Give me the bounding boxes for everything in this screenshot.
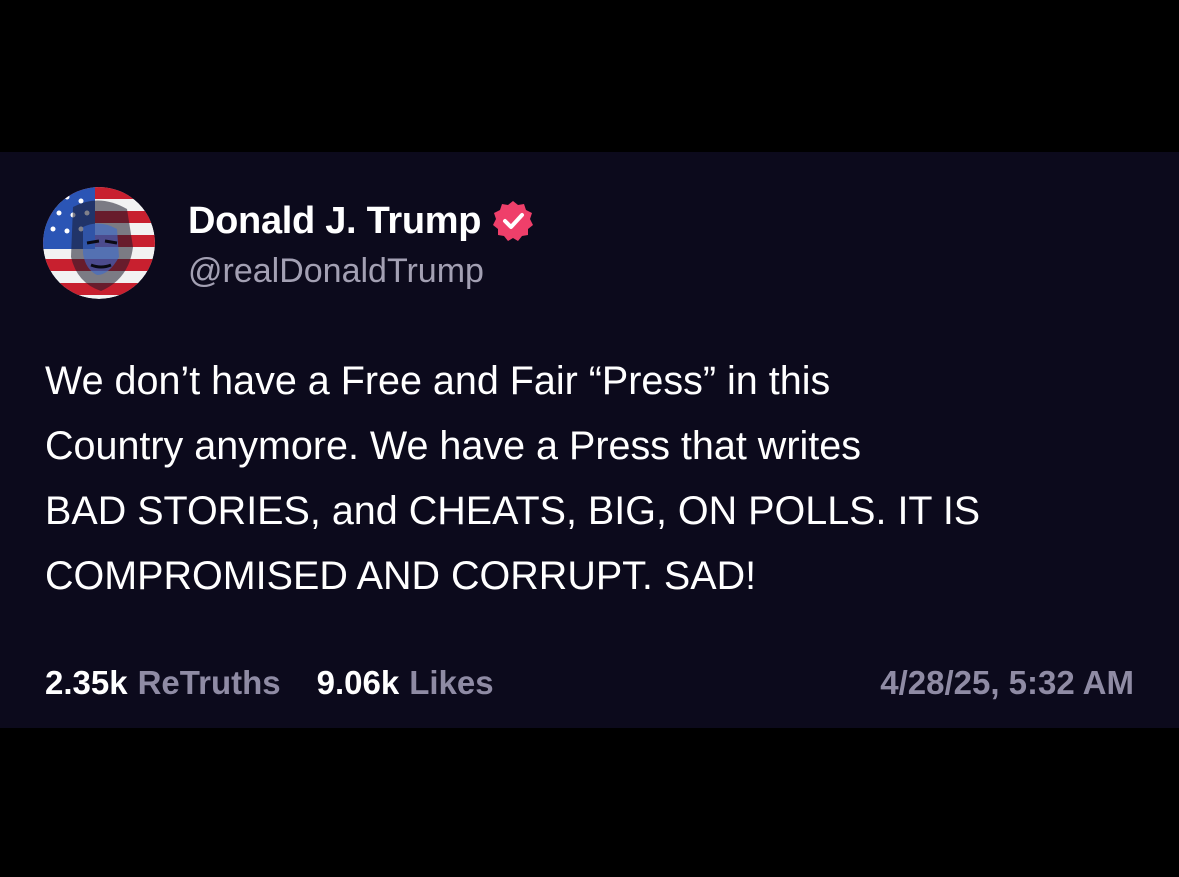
post-body-line: Country anymore. We have a Press that wr… xyxy=(45,424,861,468)
post-body-line: COMPROMISED AND CORRUPT. SAD! xyxy=(45,554,757,598)
retruths-count: 2.35k xyxy=(45,664,128,701)
post-body: We don’t have a Free and Fair “Press” in… xyxy=(45,349,1155,609)
author-handle[interactable]: @realDonaldTrump xyxy=(188,252,535,291)
post-card: Donald J. Trump @realDonaldTrump We don’… xyxy=(0,152,1179,728)
post-body-line: BAD STORIES, and CHEATS, BIG, ON POLLS. … xyxy=(45,489,981,533)
retruths-label: ReTruths xyxy=(137,664,281,701)
verified-badge-icon xyxy=(493,201,534,241)
likes-label: Likes xyxy=(409,664,494,701)
author-info: Donald J. Trump @realDonaldTrump xyxy=(188,198,535,291)
post-timestamp[interactable]: 4/28/25, 5:32 AM xyxy=(880,664,1134,702)
author-display-name[interactable]: Donald J. Trump xyxy=(188,200,482,243)
post-body-line: We don’t have a Free and Fair “Press” in… xyxy=(45,359,831,403)
likes-stat[interactable]: 9.06k Likes xyxy=(317,664,494,702)
name-row: Donald J. Trump xyxy=(188,198,535,244)
flag-portrait-avatar-icon xyxy=(43,187,155,299)
retruths-stat[interactable]: 2.35k ReTruths xyxy=(45,664,281,702)
post-stats: 2.35k ReTruths 9.06k Likes xyxy=(45,664,530,702)
avatar[interactable] xyxy=(43,187,155,299)
likes-count: 9.06k xyxy=(316,664,400,701)
